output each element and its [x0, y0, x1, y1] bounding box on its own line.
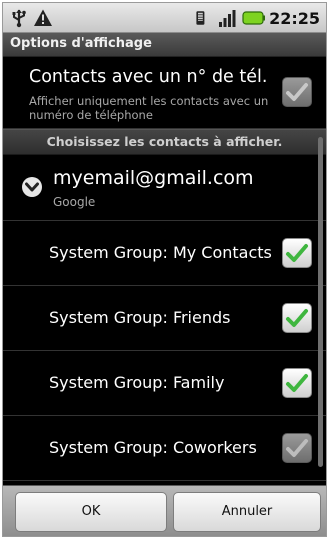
dialog-button-bar: OK Annuler: [3, 485, 326, 536]
vibrate-icon: [194, 8, 214, 28]
group-label: System Group: Coworkers: [49, 438, 257, 457]
phone-only-preference[interactable]: Contacts avec un n° de tél. Afficher uni…: [3, 57, 326, 129]
section-header: Choisissez les contacts à afficher.: [3, 129, 326, 155]
checkmark-icon: [286, 83, 308, 101]
group-row-family[interactable]: System Group: Family: [3, 351, 326, 416]
account-row[interactable]: myemail@gmail.com Google: [3, 155, 326, 221]
group-label: System Group: Family: [49, 373, 225, 392]
scrollbar[interactable]: [318, 137, 323, 467]
ok-button[interactable]: OK: [15, 492, 167, 532]
status-time: 22:25: [269, 8, 320, 28]
phone-only-summary: Afficher uniquement les contacts avec un…: [29, 94, 269, 122]
phone-only-title: Contacts avec un n° de tél.: [29, 67, 268, 87]
checkmark-icon: [286, 374, 308, 392]
checkmark-icon: [286, 309, 308, 327]
dialog-titlebar: Options d'affichage: [3, 33, 326, 57]
group-checkbox-family[interactable]: [282, 368, 312, 398]
battery-icon: [242, 8, 266, 28]
phone-screen: 22:25 Options d'affichage Contacts avec …: [2, 2, 327, 537]
group-checkbox-friends[interactable]: [282, 303, 312, 333]
group-label: System Group: Friends: [49, 308, 231, 327]
account-name: myemail@gmail.com: [53, 167, 254, 189]
status-bar: 22:25: [3, 3, 326, 33]
checkmark-icon: [286, 244, 308, 262]
account-type: Google: [53, 195, 96, 209]
checkmark-icon: [286, 439, 308, 457]
group-row-my-contacts[interactable]: System Group: My Contacts: [3, 221, 326, 286]
warning-icon: [33, 8, 53, 28]
cancel-button[interactable]: Annuler: [173, 492, 321, 532]
signal-icon: [218, 8, 238, 28]
usb-icon: [9, 8, 29, 28]
display-options-list: Contacts avec un n° de tél. Afficher uni…: [3, 57, 326, 487]
group-checkbox-my-contacts[interactable]: [282, 238, 312, 268]
phone-only-checkbox[interactable]: [282, 77, 312, 107]
dialog-title: Options d'affichage: [10, 36, 152, 51]
group-checkbox-coworkers[interactable]: [282, 433, 312, 463]
chevron-down-icon: [22, 177, 42, 197]
section-header-label: Choisissez les contacts à afficher.: [46, 134, 283, 149]
group-row-friends[interactable]: System Group: Friends: [3, 286, 326, 351]
group-label: System Group: My Contacts: [49, 243, 272, 262]
group-row-coworkers[interactable]: System Group: Coworkers: [3, 416, 326, 481]
